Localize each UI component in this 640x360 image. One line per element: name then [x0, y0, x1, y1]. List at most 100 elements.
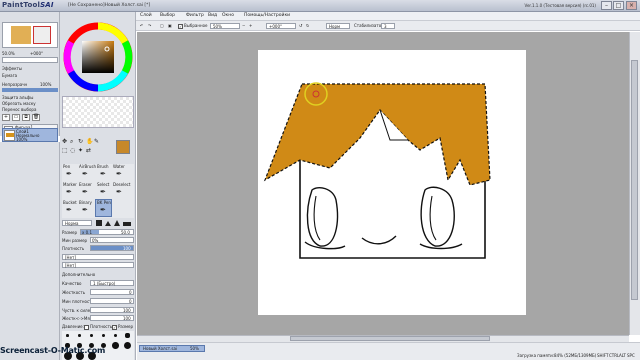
- brush-grid: Pen AirBrush Brush Water ✒ ✒ ✒ ✒ Marker …: [62, 164, 134, 218]
- tool-eraser[interactable]: Eraser: [79, 182, 92, 187]
- quality-dropdown[interactable]: 1 (Быстро): [90, 280, 134, 286]
- brush-form-dropdown[interactable]: [Нет]: [62, 262, 134, 268]
- shape-square-icon[interactable]: [96, 220, 102, 226]
- hardness-slider[interactable]: 100: [90, 315, 134, 321]
- brush-size-preset[interactable]: [110, 341, 121, 350]
- brush-texture-dropdown[interactable]: [Нет]: [62, 254, 134, 260]
- maximize-button[interactable]: □: [613, 1, 624, 10]
- tool-binary[interactable]: Binary: [79, 200, 92, 205]
- brush-size-preset[interactable]: [110, 331, 121, 340]
- selection-toggle[interactable]: ✓ Выбранное: [178, 23, 208, 29]
- layer-item-selected[interactable]: Слой1 Нормально 100%: [2, 128, 58, 142]
- blend-mode-field[interactable]: Норм: [326, 23, 350, 29]
- menu-select[interactable]: Выбор: [160, 13, 175, 18]
- magic-wand-icon[interactable]: ✦: [78, 147, 83, 154]
- density-slider[interactable]: 100: [90, 245, 134, 251]
- rotate-right-icon[interactable]: ↻: [306, 23, 309, 29]
- rect-select-icon[interactable]: ⬚: [62, 147, 68, 154]
- brush-size-preset[interactable]: [122, 341, 133, 350]
- brush-size-preset[interactable]: [62, 331, 73, 340]
- close-button[interactable]: ×: [626, 1, 637, 10]
- tool-airbrush[interactable]: AirBrush: [79, 164, 96, 169]
- undo-icon[interactable]: ↶: [140, 23, 143, 29]
- stabilizer-field[interactable]: 3: [381, 23, 395, 29]
- zoom-icon[interactable]: ⌕: [70, 138, 73, 146]
- layer-opt-2[interactable]: Обрезать маску: [2, 101, 36, 106]
- lasso-icon[interactable]: ◌: [70, 147, 75, 154]
- minimize-button[interactable]: –: [601, 1, 612, 10]
- invert-selection-icon[interactable]: ▣: [168, 23, 172, 29]
- tool-brush[interactable]: Brush: [97, 164, 109, 169]
- new-folder-icon[interactable]: ▭: [12, 114, 20, 121]
- nav-zoom-slider[interactable]: [2, 57, 58, 63]
- tool-marker[interactable]: Marker: [63, 182, 77, 187]
- layer-opt-3[interactable]: Перенос выбора: [2, 107, 36, 112]
- move-icon[interactable]: ✥: [62, 138, 67, 145]
- memory-usage: Загрузка памяти:84% (52МБ/1309МБ): [517, 353, 597, 358]
- swap-color-icon[interactable]: ⇄: [86, 147, 91, 154]
- pressure-size-toggle[interactable]: ✓ Размер: [112, 324, 133, 330]
- rotate-icon[interactable]: ↻: [78, 138, 83, 145]
- eyedropper-icon[interactable]: ✎: [94, 138, 99, 145]
- new-layer-icon[interactable]: +: [2, 114, 10, 121]
- top-toolbar: ↶ ↷ ▢ ▣ ✓ Выбранное 50% − + +000° ↺ ↻ Нор…: [136, 21, 640, 31]
- pressure-sens-slider[interactable]: 100: [90, 307, 134, 313]
- pressure-density-checkbox[interactable]: [84, 324, 89, 330]
- tool-bk-pen-selected[interactable]: BK Pen ✒: [95, 199, 112, 217]
- trash-icon[interactable]: 🗑: [32, 114, 40, 121]
- primary-color-swatch[interactable]: [116, 140, 130, 154]
- horizontal-scroll-thumb[interactable]: [290, 336, 490, 341]
- size-slider[interactable]: x 0.1 50.0: [80, 229, 134, 235]
- selection-checkbox[interactable]: ✓: [178, 23, 183, 29]
- brush-size-dot: [78, 334, 81, 337]
- deselect-icon[interactable]: ▢: [160, 23, 164, 29]
- pressure-label: Давление:: [62, 324, 84, 329]
- tool-select[interactable]: Select: [97, 182, 109, 187]
- tool-bucket[interactable]: Bucket: [63, 200, 77, 205]
- menu-window[interactable]: Окно: [222, 13, 234, 18]
- copy-layer-icon[interactable]: ⧉: [22, 114, 30, 121]
- zoom-field[interactable]: 50%: [210, 23, 240, 29]
- shape-flat-icon[interactable]: [123, 222, 131, 226]
- redo-icon[interactable]: ↷: [148, 23, 151, 29]
- pressure-density-toggle[interactable]: Плотность: [84, 324, 112, 330]
- menu-help[interactable]: Помощь/Настройки: [244, 13, 290, 18]
- shape-triangle-icon[interactable]: [105, 221, 111, 226]
- min-size-slider[interactable]: 0%: [90, 237, 134, 243]
- color-palette[interactable]: [62, 96, 134, 128]
- marker-icon: ✒: [66, 188, 72, 196]
- min-density-value: 0: [129, 299, 132, 304]
- vertical-scroll-thumb[interactable]: [631, 60, 638, 300]
- select-icon: ✒: [100, 188, 106, 196]
- brush-size-preset[interactable]: [86, 331, 97, 340]
- navigator-preview[interactable]: [2, 22, 58, 48]
- zoom-in-icon[interactable]: +: [249, 23, 252, 29]
- brush-size-preset[interactable]: [122, 331, 133, 340]
- tool-water[interactable]: Water: [113, 164, 125, 169]
- menu-layer[interactable]: Слой: [140, 13, 152, 18]
- advanced-label[interactable]: Дополнительно: [62, 272, 95, 277]
- bucket-icon: ✒: [66, 206, 72, 214]
- layer-opt-1[interactable]: Защита альфы: [2, 95, 33, 100]
- layer-opacity-bar[interactable]: [2, 88, 58, 92]
- pressure-size-checkbox[interactable]: ✓: [112, 324, 117, 330]
- angle-field[interactable]: +000°: [266, 23, 296, 29]
- tool-deselect[interactable]: Deselect: [113, 182, 130, 187]
- rotate-left-icon[interactable]: ↺: [299, 23, 302, 29]
- drawing[interactable]: [137, 32, 629, 335]
- edge-slider[interactable]: 0: [90, 289, 134, 295]
- min-density-slider[interactable]: 0: [90, 298, 134, 304]
- brush-size-preset[interactable]: [74, 331, 85, 340]
- menu-filter[interactable]: Фильтр: [186, 13, 204, 18]
- canvas-tab[interactable]: Новый Холст.sai 50%: [139, 345, 205, 352]
- color-wheel[interactable]: [63, 22, 133, 92]
- tool-pen[interactable]: Pen: [63, 164, 70, 169]
- nav-zoom-label: 50.0%: [2, 51, 15, 56]
- brush-mode-dropdown[interactable]: Норма: [62, 220, 92, 226]
- zoom-out-icon[interactable]: −: [242, 23, 245, 29]
- brush-size-preset[interactable]: [98, 331, 109, 340]
- shape-triangle2-icon[interactable]: [114, 220, 120, 226]
- selection-label: Выбранное: [184, 23, 208, 28]
- hand-icon[interactable]: ✋: [86, 138, 93, 145]
- menu-view[interactable]: Вид: [208, 13, 217, 18]
